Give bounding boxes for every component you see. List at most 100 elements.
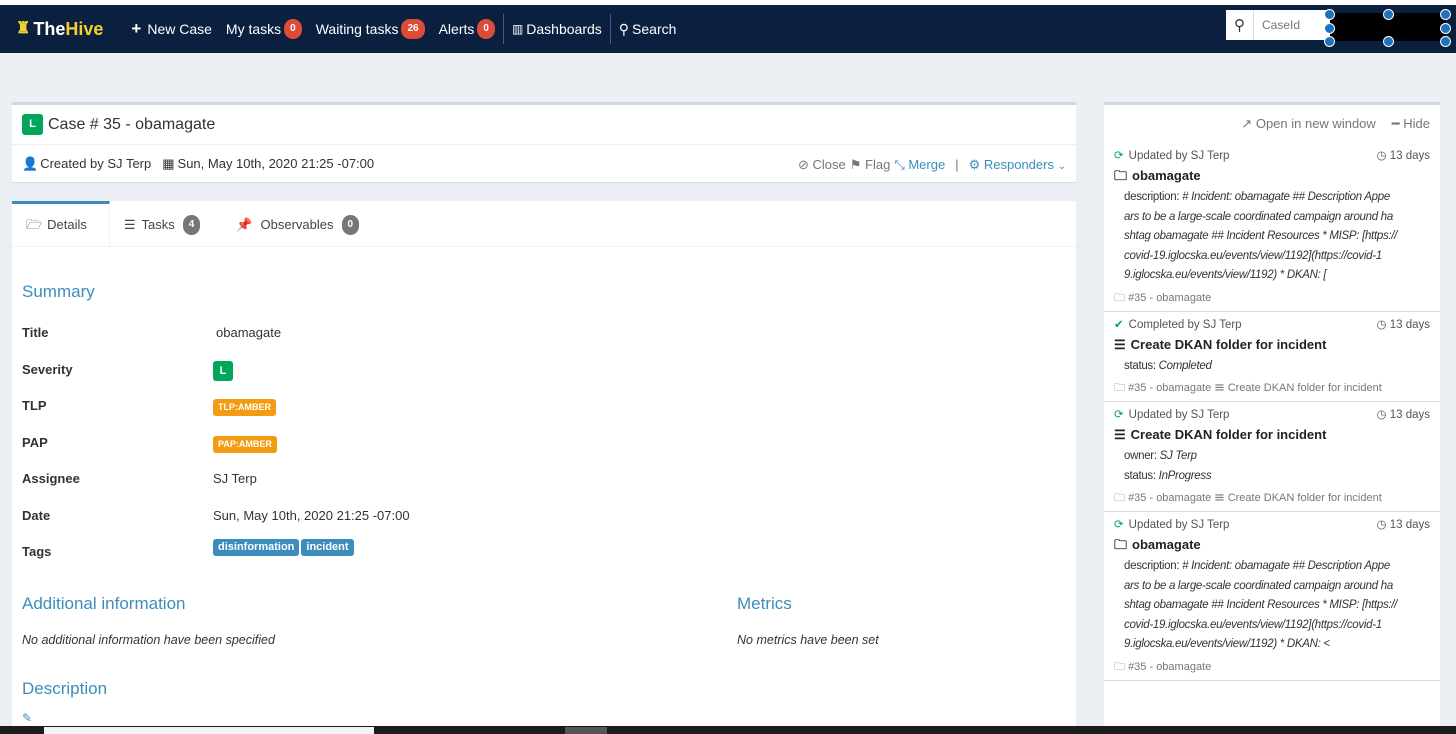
case-link-label: #35 - obamagate xyxy=(1128,660,1212,673)
activity-item: ⟳ Updated by SJ Terp ◷ 13 days ☰ Create DKA… xyxy=(1104,402,1440,512)
selection-handle[interactable] xyxy=(1440,23,1451,34)
nav-divider xyxy=(609,14,611,44)
pin-icon: 📌 xyxy=(236,217,253,232)
tab-label: Observables xyxy=(260,217,334,232)
taskbar-search[interactable] xyxy=(44,727,374,734)
taskbar-app[interactable] xyxy=(565,727,607,734)
close-label: Close xyxy=(812,157,846,172)
tasks-icon: ☰ xyxy=(1114,336,1126,352)
tasks-icon: ☰ xyxy=(1214,492,1225,504)
logo[interactable]: ♜ The Hive xyxy=(16,20,103,38)
case-title: Case # 35 - obamagate xyxy=(48,115,216,133)
case-link-label: #35 - obamagate xyxy=(1128,382,1212,394)
tab-details[interactable]: 🗁 Details xyxy=(12,201,110,246)
field-key: status: xyxy=(1124,469,1159,482)
date-value[interactable]: Sun, May 10th, 2020 21:25 -07:00 xyxy=(213,508,410,524)
task-link[interactable]: ☰ Create DKAN folder for incident xyxy=(1214,382,1381,394)
search-link[interactable]: ⚲ Search xyxy=(619,21,677,37)
tlp-value[interactable]: TLP:AMBER xyxy=(213,399,276,416)
selection-handle[interactable] xyxy=(1324,9,1335,20)
refresh-icon: ⟳ xyxy=(1114,519,1124,531)
user-icon: 👤 xyxy=(22,156,39,171)
case-details-panel: 🗁 Details ☰ Tasks 4 📌 Observables 0 Summary T… xyxy=(12,201,1076,726)
selection-handle[interactable] xyxy=(1383,9,1394,20)
caseid-input[interactable] xyxy=(1254,10,1330,40)
assignee-value[interactable]: SJ Terp xyxy=(213,471,257,487)
additional-info-heading: Additional information xyxy=(22,594,186,613)
field-key: owner: xyxy=(1124,450,1160,462)
clock-icon: ◷ xyxy=(1376,519,1387,531)
field-value: ars to be a large-scale coordinated camp… xyxy=(1124,579,1393,592)
metrics-empty: No metrics have been set xyxy=(737,633,879,647)
severity-value[interactable]: L xyxy=(213,361,233,381)
case-link[interactable]: 🗀 #35 - obamagate xyxy=(1114,382,1211,394)
refresh-icon: ⟳ xyxy=(1114,409,1124,421)
field-value: covid-19.iglocska.eu/events/view/1192](h… xyxy=(1124,618,1382,631)
activity-title[interactable]: 🗀 obamagate xyxy=(1114,536,1430,554)
selection-handle[interactable] xyxy=(1440,9,1451,20)
activity-time: 13 days xyxy=(1389,409,1430,421)
title-value[interactable]: obamagate xyxy=(216,325,281,341)
folder-icon: 🗀 xyxy=(1114,492,1125,504)
folder-open-icon: 🗁 xyxy=(26,217,43,232)
my-tasks-label: My tasks xyxy=(225,21,282,37)
tag[interactable]: disinformation xyxy=(213,539,300,556)
tab-tasks[interactable]: ☰ Tasks 4 xyxy=(110,201,222,246)
task-link[interactable]: ☰ Create DKAN folder for incident xyxy=(1214,492,1381,504)
tab-observables[interactable]: 📌 Observables 0 xyxy=(222,201,381,246)
activity-title[interactable]: 🗀 obamagate xyxy=(1114,167,1430,185)
selection-handle[interactable] xyxy=(1440,36,1451,47)
flag-button[interactable]: ⚑ Flag xyxy=(850,157,891,175)
case-link[interactable]: 🗀 #35 - obamagate xyxy=(1114,292,1211,304)
responders-label: Responders xyxy=(983,157,1054,172)
waiting-tasks-link[interactable]: Waiting tasks 26 xyxy=(316,19,425,39)
hide-button[interactable]: ━ Hide xyxy=(1392,116,1430,132)
tag[interactable]: incident xyxy=(301,539,354,556)
responders-dropdown[interactable]: ⚙ Responders ⌄ xyxy=(969,157,1066,175)
clock-icon: ◷ xyxy=(1376,318,1387,331)
activity-item: ⟳ Updated by SJ Terp ◷ 13 days 🗀 obamagate … xyxy=(1104,512,1440,681)
chevron-down-icon: ⌄ xyxy=(1057,161,1066,172)
activity-item: ✔ Completed by SJ Terp ◷ 13 days ☰ Create D… xyxy=(1104,312,1440,402)
pap-value[interactable]: PAP:AMBER xyxy=(213,436,277,453)
activity-title-text: Create DKAN folder for incident xyxy=(1130,336,1327,352)
field-value: shtag obamagate ## Incident Resources * … xyxy=(1124,230,1398,242)
edit-icon[interactable]: ✎ xyxy=(22,711,32,725)
description-heading: Description xyxy=(22,679,108,698)
selection-handle[interactable] xyxy=(1383,36,1394,47)
activity-time: 13 days xyxy=(1389,519,1430,531)
new-case-button[interactable]: + New Case xyxy=(131,20,212,37)
open-new-window-button[interactable]: ↗ Open in new window xyxy=(1241,116,1376,132)
dashboards-label: Dashboards xyxy=(526,21,602,37)
calendar-icon: ▦ xyxy=(162,156,175,171)
merge-label: Merge xyxy=(908,157,946,172)
folder-icon: 🗀 xyxy=(1114,660,1125,673)
field-value: Completed xyxy=(1158,359,1212,372)
field-key: description: xyxy=(1124,191,1183,203)
search-icon: ⚲ xyxy=(618,21,630,37)
minus-icon: ━ xyxy=(1391,116,1400,131)
waiting-tasks-badge: 26 xyxy=(401,19,425,39)
tasks-icon: ☰ xyxy=(1114,427,1126,442)
field-label: Title xyxy=(22,325,49,340)
case-link[interactable]: 🗀 #35 - obamagate xyxy=(1114,492,1211,504)
additional-info-empty: No additional information have been spec… xyxy=(22,633,275,647)
tasks-icon: ☰ xyxy=(123,217,136,232)
field-value: shtag obamagate ## Incident Resources * … xyxy=(1124,599,1398,611)
field-value: ars to be a large-scale coordinated camp… xyxy=(1124,210,1393,223)
selection-handle[interactable] xyxy=(1324,23,1335,34)
activity-title[interactable]: ☰ Create DKAN folder for incident xyxy=(1114,336,1430,354)
caseid-search: ⚲ xyxy=(1226,10,1330,40)
merge-button[interactable]: ⤡ Merge xyxy=(894,157,945,175)
selection-handle[interactable] xyxy=(1324,36,1335,47)
case-link-label: #35 - obamagate xyxy=(1128,291,1212,304)
observables-count-badge: 0 xyxy=(341,215,360,235)
search-icon[interactable]: ⚲ xyxy=(1226,10,1254,40)
dashboards-link[interactable]: ▥ Dashboards xyxy=(512,21,602,37)
close-button[interactable]: ⊘ Close xyxy=(798,157,846,175)
activity-title[interactable]: ☰ Create DKAN folder for incident xyxy=(1114,426,1430,444)
case-link[interactable]: 🗀 #35 - obamagate xyxy=(1114,661,1211,673)
alerts-link[interactable]: Alerts 0 xyxy=(439,19,495,39)
my-tasks-link[interactable]: My tasks 0 xyxy=(226,19,302,39)
hide-label: Hide xyxy=(1403,116,1430,131)
